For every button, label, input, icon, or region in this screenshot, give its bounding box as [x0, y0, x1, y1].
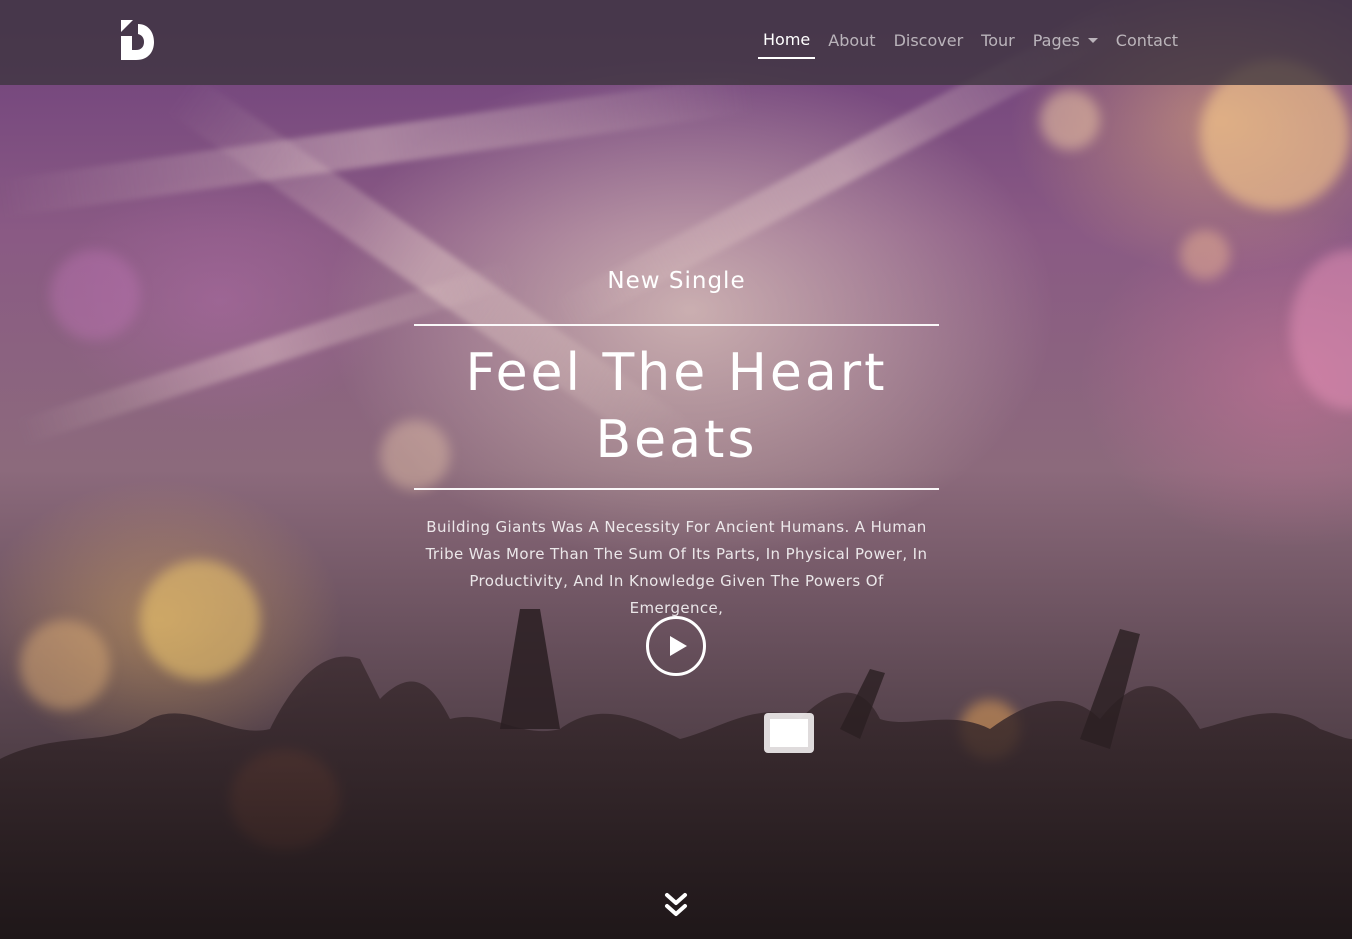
nav-item-label: Discover	[893, 31, 964, 50]
hero-kicker: New Single	[607, 268, 746, 294]
play-button[interactable]	[646, 616, 706, 676]
nav-item-contact[interactable]: Contact	[1107, 28, 1187, 59]
bokeh-light	[50, 250, 140, 340]
nav-item-label: About	[828, 31, 876, 50]
main-nav: Home About Discover Tour Pages Contact	[758, 28, 1187, 59]
nav-item-label: Home	[763, 30, 811, 49]
nav-item-label: Pages	[1032, 31, 1080, 50]
nav-item-home[interactable]: Home	[758, 28, 816, 59]
navbar: Home About Discover Tour Pages Contact	[0, 0, 1352, 85]
d-logo-icon[interactable]	[118, 18, 158, 62]
nav-item-tour[interactable]: Tour	[972, 28, 1024, 59]
bokeh-light	[1040, 90, 1100, 150]
hero-content: New Single Feel The Heart Beats Building…	[414, 262, 939, 622]
bokeh-light	[1180, 230, 1230, 280]
double-chevron-down-icon[interactable]	[664, 892, 688, 920]
caret-down-icon	[1087, 38, 1098, 43]
nav-item-pages-dropdown[interactable]: Pages	[1024, 28, 1107, 59]
hero-title: Feel The Heart Beats	[465, 343, 888, 470]
bokeh-light	[1290, 250, 1352, 410]
light-beam	[0, 74, 756, 218]
divider	[414, 324, 939, 326]
nav-item-about[interactable]: About	[819, 28, 884, 59]
divider	[414, 488, 939, 490]
hero-section: Home About Discover Tour Pages Contact N…	[0, 0, 1352, 939]
play-icon	[670, 636, 687, 656]
hero-description: Building Giants Was A Necessity For Anci…	[425, 518, 928, 617]
nav-item-label: Tour	[981, 31, 1015, 50]
nav-item-label: Contact	[1115, 31, 1179, 50]
nav-item-discover[interactable]: Discover	[885, 28, 973, 59]
